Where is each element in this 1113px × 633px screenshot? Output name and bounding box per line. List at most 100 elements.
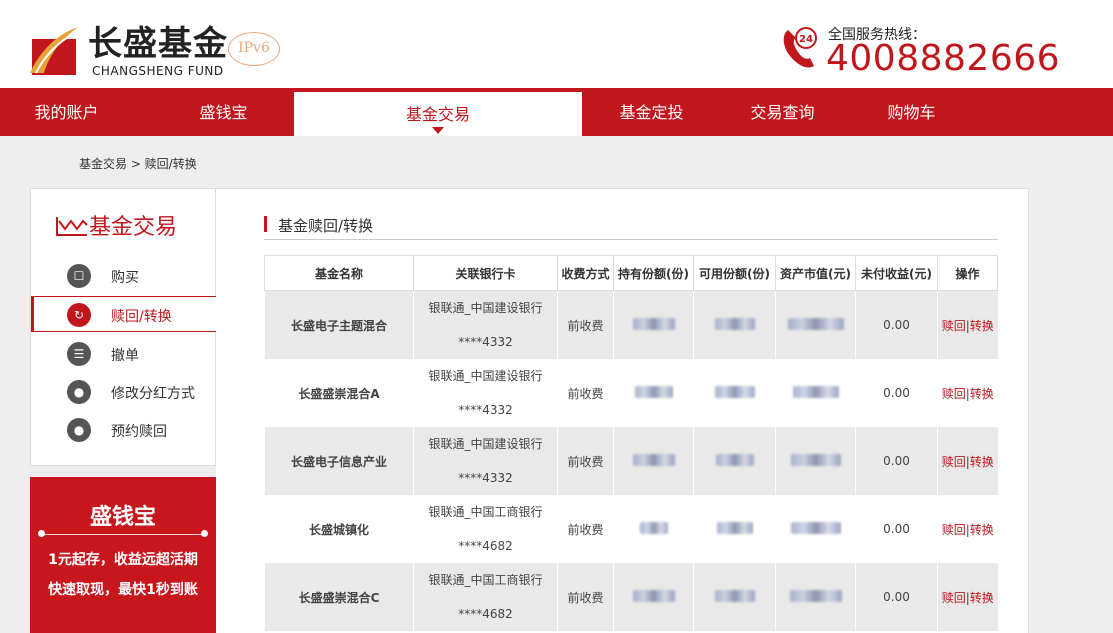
- hotline-icon-text: 24: [799, 34, 813, 45]
- redeem-link[interactable]: 赎回: [942, 387, 966, 401]
- fee-type: 前收费: [557, 290, 614, 359]
- convert-link[interactable]: 转换: [970, 591, 994, 605]
- sidebar-item-label: 撤单: [111, 348, 139, 364]
- sidebar-item-label: 购买: [111, 270, 139, 286]
- column-header: 未付收益(元): [855, 255, 938, 291]
- fund-name[interactable]: 长盛电子信息产业: [264, 427, 414, 495]
- nav-item-my-account[interactable]: 我的账户: [0, 88, 133, 136]
- available-shares-redacted: [693, 290, 776, 359]
- available-shares-redacted: [693, 427, 776, 495]
- table-row: 长盛盛崇混合A 银联通_中国建设银行 ****4332 前收费 0.00 赎回|转…: [264, 359, 998, 427]
- column-header: 持有份额(份): [613, 255, 694, 291]
- operations-cell: 赎回|转换: [937, 427, 998, 495]
- fund-name[interactable]: 长盛电子主题混合: [264, 290, 414, 359]
- card-number: ****4682: [458, 539, 513, 553]
- unpaid-income: 0.00: [855, 427, 938, 495]
- nav-item-fund-plan[interactable]: 基金定投: [585, 88, 718, 136]
- sidebar: 基金交易 ☐ 购买 ↻ 赎回/转换 ☰ 撤单 ● 修改分红方式 ● 预约赎回: [30, 188, 216, 466]
- breadcrumb[interactable]: 基金交易 > 赎回/转换: [79, 155, 197, 172]
- unpaid-income: 0.00: [855, 563, 938, 631]
- nav-item-fund-trading[interactable]: 基金交易: [294, 92, 582, 136]
- sidebar-item-dividend-method[interactable]: ● 修改分红方式: [31, 374, 216, 410]
- redeem-link[interactable]: 赎回: [942, 455, 966, 469]
- bank-card-cell: 银联通_中国工商银行 ****4682: [413, 495, 558, 563]
- operations-cell: 赎回|转换: [937, 495, 998, 563]
- hotline-number: 4008882666: [826, 38, 1061, 79]
- convert-link[interactable]: 转换: [970, 387, 994, 401]
- bank-name: 银联通_中国工商银行: [428, 573, 543, 587]
- card-number: ****4682: [458, 607, 513, 621]
- bank-name: 银联通_中国建设银行: [428, 437, 543, 451]
- section-title: 基金赎回/转换: [264, 215, 373, 236]
- column-header: 操作: [937, 255, 998, 291]
- operations-cell: 赎回|转换: [937, 290, 998, 359]
- fund-name[interactable]: 长盛盛崇混合C: [264, 563, 414, 631]
- promo-text-line1: 1元起存，收益远超活期: [48, 552, 198, 568]
- bank-card-cell: 银联通_中国工商银行 ****4682: [413, 563, 558, 631]
- fund-holdings-table: 基金名称 关联银行卡 收费方式 持有份额(份) 可用份额(份) 资产市值(元) …: [264, 255, 998, 631]
- convert-link[interactable]: 转换: [970, 523, 994, 537]
- sidebar-item-label: 修改分红方式: [111, 386, 195, 402]
- operations-cell: 赎回|转换: [937, 563, 998, 631]
- bank-card-cell: 银联通_中国建设银行 ****4332: [413, 427, 558, 495]
- sidebar-item-scheduled-redeem[interactable]: ● 预约赎回: [31, 412, 216, 448]
- redeem-link[interactable]: 赎回: [942, 523, 966, 537]
- unpaid-income: 0.00: [855, 359, 938, 427]
- coins-icon: ●: [67, 418, 91, 442]
- logo-english-name: CHANGSHENG FUND: [92, 64, 224, 78]
- held-shares-redacted: [613, 359, 694, 427]
- active-caret-icon: [432, 127, 444, 134]
- unpaid-income: 0.00: [855, 495, 938, 563]
- sidebar-title: 基金交易: [55, 209, 177, 243]
- redeem-link[interactable]: 赎回: [942, 319, 966, 333]
- logo-chinese-name: 长盛基金: [88, 24, 228, 64]
- redeem-link[interactable]: 赎回: [942, 591, 966, 605]
- available-shares-redacted: [693, 495, 776, 563]
- ipv6-badge: IPv6: [228, 32, 280, 66]
- column-header: 资产市值(元): [775, 255, 856, 291]
- market-value-redacted: [775, 563, 856, 631]
- available-shares-redacted: [693, 359, 776, 427]
- site-logo[interactable]: 长盛基金 CHANGSHENG FUND IPv6: [28, 22, 288, 80]
- promo-divider: [40, 534, 206, 535]
- sidebar-item-label: 预约赎回: [111, 424, 167, 440]
- fund-name[interactable]: 长盛盛崇混合A: [264, 359, 414, 427]
- convert-link[interactable]: 转换: [970, 455, 994, 469]
- market-value-redacted: [775, 359, 856, 427]
- coins-icon: ●: [67, 380, 91, 404]
- bank-name: 银联通_中国建设银行: [428, 369, 543, 383]
- sidebar-item-cancel-order[interactable]: ☰ 撤单: [31, 336, 216, 372]
- bank-name: 银联通_中国建设银行: [428, 301, 543, 315]
- basket-icon: ☐: [67, 264, 91, 288]
- held-shares-redacted: [613, 563, 694, 631]
- column-header: 基金名称: [264, 255, 414, 291]
- sidebar-title-label: 基金交易: [89, 215, 178, 240]
- nav-item-shengqianbao[interactable]: 盛钱宝: [157, 88, 290, 136]
- sidebar-item-redeem-convert[interactable]: ↻ 赎回/转换: [31, 296, 216, 332]
- column-header: 收费方式: [557, 255, 614, 291]
- held-shares-redacted: [613, 427, 694, 495]
- logo-mark-icon: [30, 27, 78, 75]
- table-row: 长盛电子主题混合 银联通_中国建设银行 ****4332 前收费 0.00 赎回|…: [264, 290, 998, 359]
- fee-type: 前收费: [557, 359, 614, 427]
- convert-link[interactable]: 转换: [970, 319, 994, 333]
- available-shares-redacted: [693, 563, 776, 631]
- fee-type: 前收费: [557, 495, 614, 563]
- bank-card-cell: 银联通_中国建设银行 ****4332: [413, 359, 558, 427]
- card-number: ****4332: [458, 471, 513, 485]
- table-header-row: 基金名称 关联银行卡 收费方式 持有份额(份) 可用份额(份) 资产市值(元) …: [264, 255, 998, 291]
- sidebar-item-purchase[interactable]: ☐ 购买: [31, 258, 216, 294]
- fund-name[interactable]: 长盛城镇化: [264, 495, 414, 563]
- shengqianbao-promo-banner[interactable]: 盛钱宝 1元起存，收益远超活期 快速取现，最快1秒到账: [30, 477, 216, 633]
- table-row: 长盛电子信息产业 银联通_中国建设银行 ****4332 前收费 0.00 赎回|…: [264, 427, 998, 495]
- bank-card-cell: 银联通_中国建设银行 ****4332: [413, 290, 558, 359]
- service-hotline: 24 全国服务热线： 4008882666: [780, 24, 1060, 79]
- fee-type: 前收费: [557, 563, 614, 631]
- nav-item-cart[interactable]: 购物车: [845, 88, 978, 136]
- nav-item-trade-query[interactable]: 交易查询: [716, 88, 849, 136]
- sidebar-item-label: 赎回/转换: [111, 309, 172, 325]
- chart-trend-icon: [56, 217, 88, 236]
- promo-text-line2: 快速取现，最快1秒到账: [48, 582, 198, 598]
- card-number: ****4332: [458, 335, 513, 349]
- document-icon: ☰: [67, 342, 91, 366]
